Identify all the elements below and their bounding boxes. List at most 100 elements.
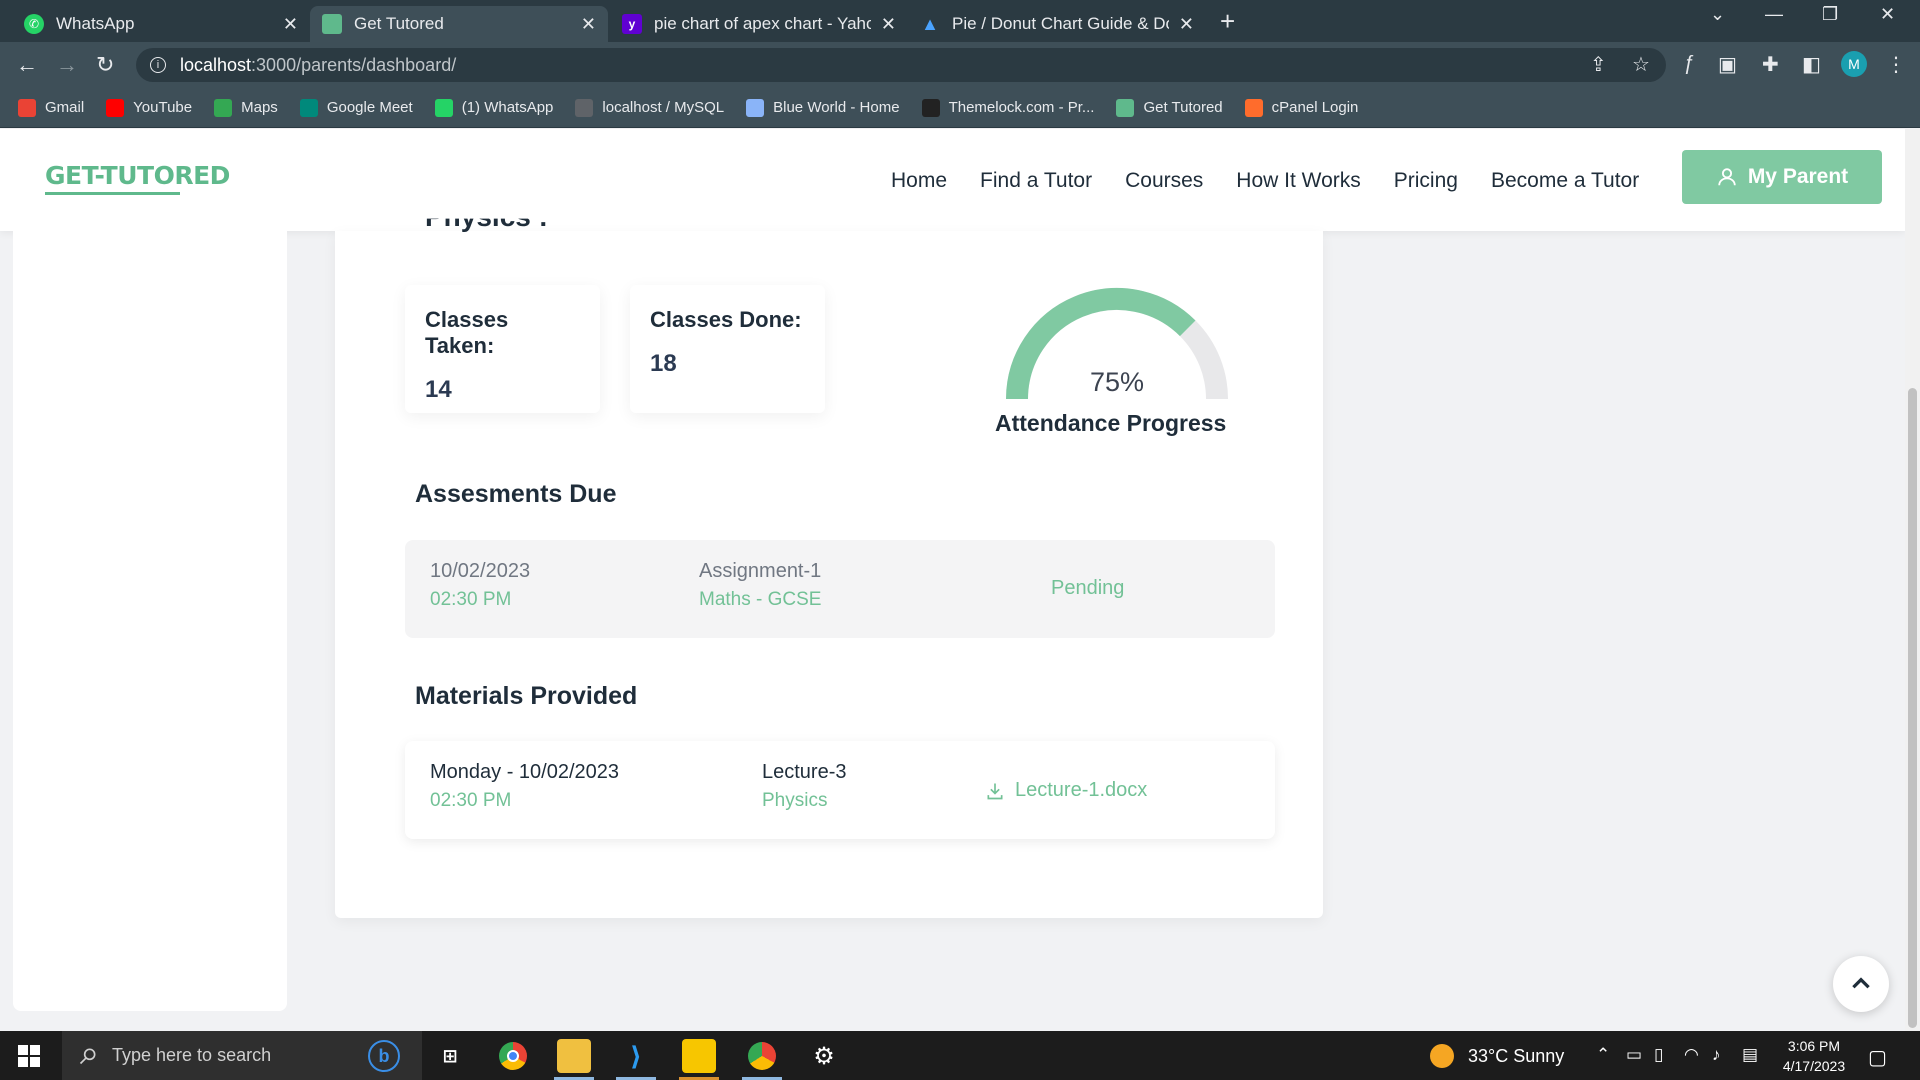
tab-search-icon[interactable]: ⌄	[1710, 4, 1725, 25]
tray-chevron-up-icon[interactable]: ⌃	[1596, 1045, 1610, 1065]
sticky-notes-icon[interactable]	[682, 1039, 716, 1073]
extensions-puzzle-icon[interactable]: ✚	[1762, 52, 1779, 77]
course-card: Physics : Classes Taken: 14 Classes Done…	[335, 219, 1323, 918]
restore-button[interactable]: ❐	[1822, 4, 1838, 25]
browser-tab-bar: ✆ WhatsApp ✕ Get Tutored ✕ y pie chart o…	[0, 0, 1920, 42]
download-link[interactable]: Lecture-1.docx	[985, 779, 1147, 802]
weather-widget[interactable]: 33°C Sunny	[1430, 1044, 1564, 1068]
nav-home[interactable]: Home	[891, 169, 947, 193]
bookmark-6[interactable]: Blue World - Home	[746, 98, 900, 117]
tab-title: pie chart of apex chart - Yahoo S	[654, 14, 871, 33]
nav-pricing[interactable]: Pricing	[1394, 169, 1458, 193]
material-subject: Physics	[762, 790, 828, 811]
share-icon[interactable]: ⇪	[1590, 52, 1607, 77]
task-view-icon[interactable]: ⊞	[433, 1039, 467, 1073]
bookmark-star-icon[interactable]: ☆	[1632, 52, 1650, 77]
scroll-to-top-button[interactable]	[1833, 956, 1889, 1012]
globe-icon	[575, 98, 594, 117]
forward-icon[interactable]: →	[56, 52, 78, 78]
yahoo-icon: y	[622, 14, 642, 34]
reload-icon[interactable]: ↻	[96, 52, 114, 78]
menu-kebab-icon[interactable]: ⋮	[1886, 52, 1906, 77]
windows-start-icon[interactable]	[18, 1045, 40, 1067]
close-window-button[interactable]: ✕	[1880, 4, 1895, 25]
clock-date: 4/17/2023	[1782, 1058, 1846, 1074]
bookmark-1[interactable]: YouTube	[106, 98, 193, 117]
bookmark-9[interactable]: cPanel Login	[1244, 98, 1359, 117]
site-logo[interactable]: GET-TUTORED	[45, 161, 230, 190]
assessment-date: 10/02/2023	[430, 560, 531, 582]
taskbar-search-input[interactable]: Type here to search b	[62, 1031, 422, 1080]
nav-find-a-tutor[interactable]: Find a Tutor	[980, 169, 1092, 193]
bookmark-label: Themelock.com - Pr...	[948, 99, 1095, 116]
nav-how-it-works[interactable]: How It Works	[1236, 169, 1360, 193]
tray-device-icon[interactable]: ▭	[1626, 1045, 1642, 1065]
volume-icon[interactable]: ♪	[1712, 1045, 1721, 1065]
youtube-icon	[106, 98, 125, 117]
settings-gear-icon[interactable]: ⚙	[807, 1039, 841, 1073]
nav-become-a-tutor[interactable]: Become a Tutor	[1491, 169, 1639, 193]
bookmark-0[interactable]: Gmail	[18, 98, 84, 117]
tab-whatsapp[interactable]: ✆ WhatsApp ✕	[12, 6, 310, 42]
assessment-time: 02:30 PM	[430, 589, 512, 610]
url-host: localhost	[180, 54, 252, 75]
vscode-icon[interactable]: ⟩	[619, 1039, 653, 1073]
new-tab-button[interactable]: +	[1220, 6, 1235, 37]
sun-icon	[1430, 1044, 1454, 1068]
material-time: 02:30 PM	[430, 790, 512, 811]
wifi-icon[interactable]: ◠	[1684, 1045, 1699, 1065]
windows-taskbar: Type here to search b ⊞ ⟩ ⚙ 33°C Sunny ⌃…	[0, 1031, 1920, 1080]
material-date: Monday - 10/02/2023	[430, 761, 620, 783]
assessment-row[interactable]: 10/02/2023 02:30 PM Assignment-1 Maths -…	[405, 540, 1275, 638]
profile-avatar[interactable]: M	[1841, 51, 1867, 77]
url-input[interactable]: i localhost:3000/parents/dashboard/	[136, 48, 1666, 82]
scrollbar-thumb[interactable]	[1908, 388, 1917, 1028]
close-icon[interactable]: ✕	[881, 14, 896, 35]
apexcharts-icon: ▲	[921, 13, 939, 34]
download-icon	[987, 783, 1003, 799]
themelock-icon	[921, 98, 940, 117]
bookmark-8[interactable]: Get Tutored	[1116, 98, 1223, 117]
bookmark-label: YouTube	[133, 99, 193, 116]
notifications-icon[interactable]: ▢	[1868, 1045, 1887, 1070]
close-icon[interactable]: ✕	[581, 14, 596, 35]
my-parent-button[interactable]: My Parent	[1682, 150, 1882, 204]
bookmark-2[interactable]: Maps	[214, 98, 278, 117]
bookmark-3[interactable]: Google Meet	[299, 98, 413, 117]
bookmark-label: localhost / MySQL	[602, 99, 725, 116]
assessment-name: Assignment-1	[699, 560, 822, 582]
nav-courses[interactable]: Courses	[1125, 169, 1203, 193]
bookmark-label: Get Tutored	[1143, 99, 1223, 116]
language-icon[interactable]: ▤	[1742, 1045, 1758, 1065]
status-badge: Pending	[1051, 577, 1125, 599]
assessment-name-cell: Assignment-1 Maths - GCSE	[699, 560, 821, 611]
logo-underline	[45, 192, 180, 195]
user-icon	[1718, 168, 1736, 186]
chrome-icon[interactable]	[496, 1039, 530, 1073]
bookmark-7[interactable]: Themelock.com - Pr...	[921, 98, 1095, 117]
tab-apexcharts-docs[interactable]: ▲ Pie / Donut Chart Guide & Docur ✕	[908, 6, 1206, 42]
classes-taken-value: 14	[425, 376, 452, 403]
tab-yahoo-search[interactable]: y pie chart of apex chart - Yahoo S ✕	[610, 6, 908, 42]
taskbar-clock[interactable]: 3:06 PM 4/17/2023	[1774, 1036, 1854, 1076]
close-icon[interactable]: ✕	[283, 14, 298, 35]
back-icon[interactable]: ←	[16, 52, 38, 78]
file-explorer-icon[interactable]	[557, 1039, 591, 1073]
close-icon[interactable]: ✕	[1179, 14, 1194, 35]
download-filename: Lecture-1.docx	[1015, 779, 1148, 801]
chrome-profile-icon[interactable]	[745, 1039, 779, 1073]
side-panel-icon[interactable]: ◧	[1802, 52, 1821, 77]
minimize-button[interactable]: —	[1765, 4, 1783, 25]
bing-icon[interactable]: b	[368, 1040, 400, 1072]
bookmark-label: cPanel Login	[1271, 99, 1359, 116]
attendance-label: Attendance Progress	[995, 410, 1227, 436]
extension-f-icon[interactable]: ƒ	[1683, 52, 1694, 75]
sidebar-panel	[13, 231, 287, 1011]
extension-new-icon[interactable]: ▣	[1718, 52, 1737, 77]
info-icon[interactable]: i	[150, 57, 166, 73]
bookmark-5[interactable]: localhost / MySQL	[575, 98, 725, 117]
tab-get-tutored[interactable]: Get Tutored ✕	[310, 6, 608, 42]
battery-icon[interactable]: ▯	[1654, 1045, 1663, 1065]
bookmark-4[interactable]: (1) WhatsApp	[434, 98, 553, 117]
attendance-percent: 75%	[1090, 367, 1145, 397]
